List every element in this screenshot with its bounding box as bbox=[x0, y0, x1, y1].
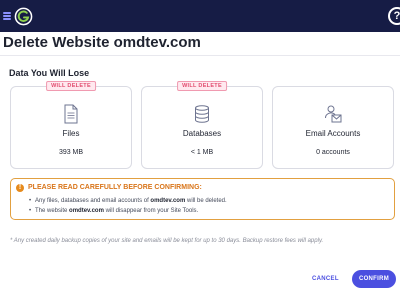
will-delete-badge: WILL DELETE bbox=[46, 81, 96, 91]
siteground-logo-icon[interactable] bbox=[14, 7, 33, 26]
divider bbox=[0, 55, 400, 56]
card-label: Databases bbox=[182, 129, 222, 138]
database-icon bbox=[195, 105, 209, 123]
card-value: 393 MB bbox=[58, 149, 84, 156]
warning-box: ! PLEASE READ CAREFULLY BEFORE CONFIRMIN… bbox=[10, 178, 395, 220]
warning-item: Any files, databases and email accounts … bbox=[29, 196, 227, 206]
card-value: 0 accounts bbox=[316, 149, 350, 156]
files-card: WILL DELETE Files 393 MB bbox=[10, 81, 132, 169]
warning-list: Any files, databases and email accounts … bbox=[29, 196, 227, 216]
cancel-button[interactable]: CANCEL bbox=[312, 276, 339, 282]
card-label: Files bbox=[62, 129, 80, 138]
email-accounts-icon bbox=[324, 105, 342, 123]
card-value: < 1 MB bbox=[190, 149, 214, 156]
file-icon bbox=[64, 104, 78, 124]
help-icon[interactable]: ? bbox=[388, 7, 400, 25]
top-bar: ? bbox=[0, 0, 400, 32]
warning-item: The website omdtev.com will disappear fr… bbox=[29, 206, 227, 216]
hamburger-icon[interactable] bbox=[3, 12, 11, 20]
confirm-button[interactable]: CONFIRM bbox=[352, 270, 396, 288]
section-title: Data You Will Lose bbox=[9, 68, 90, 78]
backup-footnote: * Any created daily backup copies of you… bbox=[10, 238, 324, 244]
warning-title: PLEASE READ CAREFULLY BEFORE CONFIRMING: bbox=[28, 184, 202, 191]
exclamation-icon: ! bbox=[16, 184, 24, 192]
databases-card: WILL DELETE Databases < 1 MB bbox=[141, 81, 263, 169]
card-label: Email Accounts bbox=[305, 129, 361, 138]
email-accounts-card: Email Accounts 0 accounts bbox=[272, 86, 394, 169]
will-delete-badge: WILL DELETE bbox=[177, 81, 227, 91]
page-title: Delete Website omdtev.com bbox=[3, 34, 201, 51]
